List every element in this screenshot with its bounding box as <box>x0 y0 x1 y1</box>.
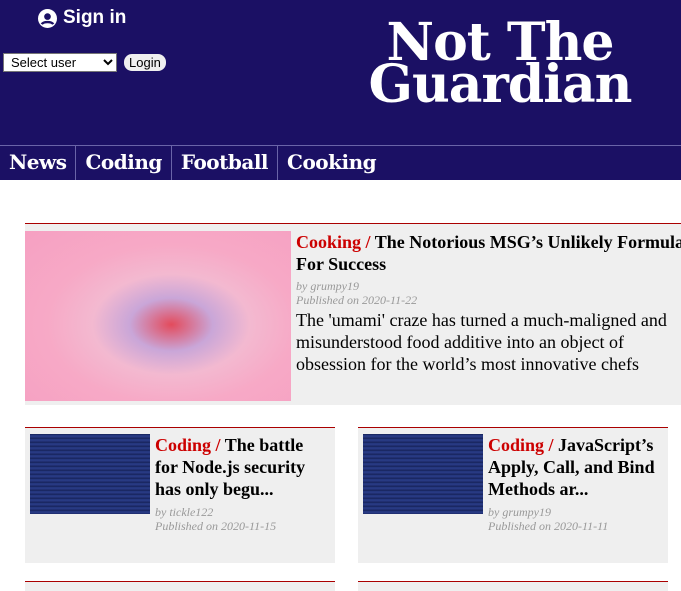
article-category[interactable]: Coding <box>488 435 544 455</box>
article-thumbnail[interactable] <box>30 434 150 514</box>
featured-image[interactable] <box>25 231 291 401</box>
user-select[interactable]: Select user <box>3 53 117 72</box>
site-logo[interactable]: Not The Guardian <box>360 17 640 111</box>
article-card-partial[interactable] <box>358 581 668 591</box>
nav-cooking[interactable]: Cooking <box>278 146 385 180</box>
article-headline[interactable]: Coding / The battle for Node.js security… <box>155 434 330 500</box>
article-author: by tickle122 <box>155 505 214 519</box>
article-thumbnail[interactable] <box>363 434 483 514</box>
header: Sign in Select user Login Not The Guardi… <box>0 0 681 145</box>
separator: / <box>361 232 375 252</box>
sign-in-label: Sign in <box>63 7 127 28</box>
article-card[interactable]: Coding / The battle for Node.js security… <box>25 427 335 563</box>
article-author: by grumpy19 <box>296 279 359 293</box>
article-headline[interactable]: Cooking / The Notorious MSG’s Unlikely F… <box>296 231 681 275</box>
login-button[interactable]: Login <box>124 54 166 71</box>
article-headline[interactable]: Coding / JavaScript’s Apply, Call, and B… <box>488 434 663 500</box>
article-description: The 'umami' craze has turned a much-mali… <box>296 310 667 374</box>
article-card-partial[interactable] <box>25 581 335 591</box>
nav-news[interactable]: News <box>0 146 77 180</box>
article-date: Published on 2020-11-11 <box>488 519 609 533</box>
article-category[interactable]: Cooking <box>296 232 361 252</box>
article-date: Published on 2020-11-15 <box>155 519 277 533</box>
article-category[interactable]: Coding <box>155 435 211 455</box>
article-date: Published on 2020-11-22 <box>296 293 418 307</box>
sign-in-heading: Sign in <box>38 7 126 29</box>
separator: / <box>211 435 225 455</box>
article-card[interactable]: Coding / JavaScript’s Apply, Call, and B… <box>358 427 668 563</box>
nav-football[interactable]: Football <box>172 146 279 180</box>
featured-article[interactable]: Cooking / The Notorious MSG’s Unlikely F… <box>25 223 681 405</box>
main-nav: News Coding Football Cooking <box>0 145 681 180</box>
nav-coding[interactable]: Coding <box>76 146 172 180</box>
article-author: by grumpy19 <box>488 505 551 519</box>
separator: / <box>544 435 559 455</box>
user-circle-icon <box>38 8 57 28</box>
